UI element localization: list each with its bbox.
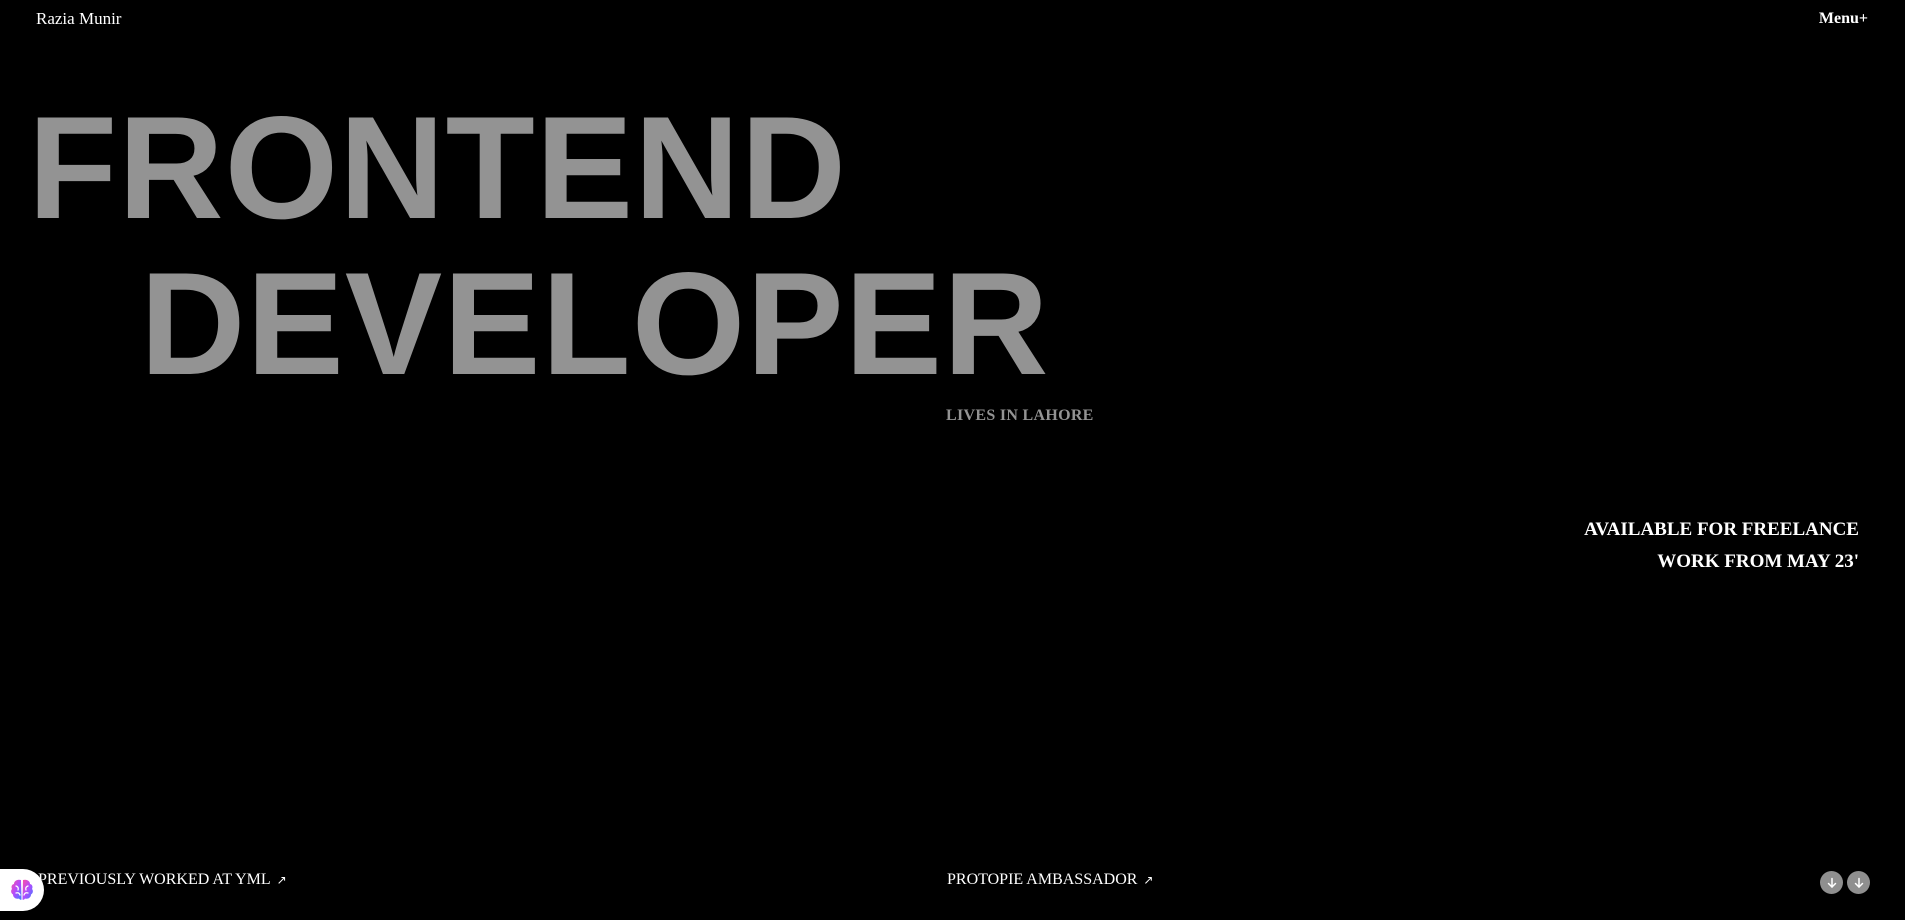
scroll-down-button[interactable] (1820, 871, 1843, 894)
previous-work-link[interactable]: PREVIOUSLY WORKED AT YML ↗ (38, 871, 287, 889)
protopie-ambassador-link[interactable]: PROTOPIE AMBASSADOR ↗ (947, 871, 1153, 889)
brain-icon (11, 879, 33, 900)
scroll-buttons (1820, 871, 1870, 894)
brain-extension-button[interactable] (0, 869, 44, 911)
arrow-down-icon (1854, 877, 1863, 888)
location-tagline: LIVES IN LAHORE (946, 407, 1094, 424)
availability-line-1: AVAILABLE FOR FREELANCE (1584, 519, 1859, 540)
hero-line-developer: DEVELOPER (140, 242, 1050, 405)
external-link-icon: ↗ (276, 873, 287, 887)
hero-heading: FRONTEND DEVELOPER (28, 95, 1050, 397)
brand-name[interactable]: Razia Munir (36, 9, 121, 29)
availability-note: AVAILABLE FOR FREELANCE WORK FROM MAY 23… (1584, 514, 1859, 578)
hero-line-frontend: FRONTEND (28, 86, 848, 249)
previous-work-label: PREVIOUSLY WORKED AT YML (38, 871, 271, 888)
availability-line-2: WORK FROM MAY 23' (1657, 551, 1859, 572)
protopie-ambassador-label: PROTOPIE AMBASSADOR (947, 871, 1138, 888)
scroll-down-button-secondary[interactable] (1847, 871, 1870, 894)
menu-button[interactable]: Menu+ (1819, 10, 1868, 28)
page: Razia Munir Menu+ FRONTEND DEVELOPER LIV… (0, 0, 1905, 920)
arrow-down-icon (1827, 877, 1836, 888)
external-link-icon: ↗ (1143, 873, 1154, 887)
